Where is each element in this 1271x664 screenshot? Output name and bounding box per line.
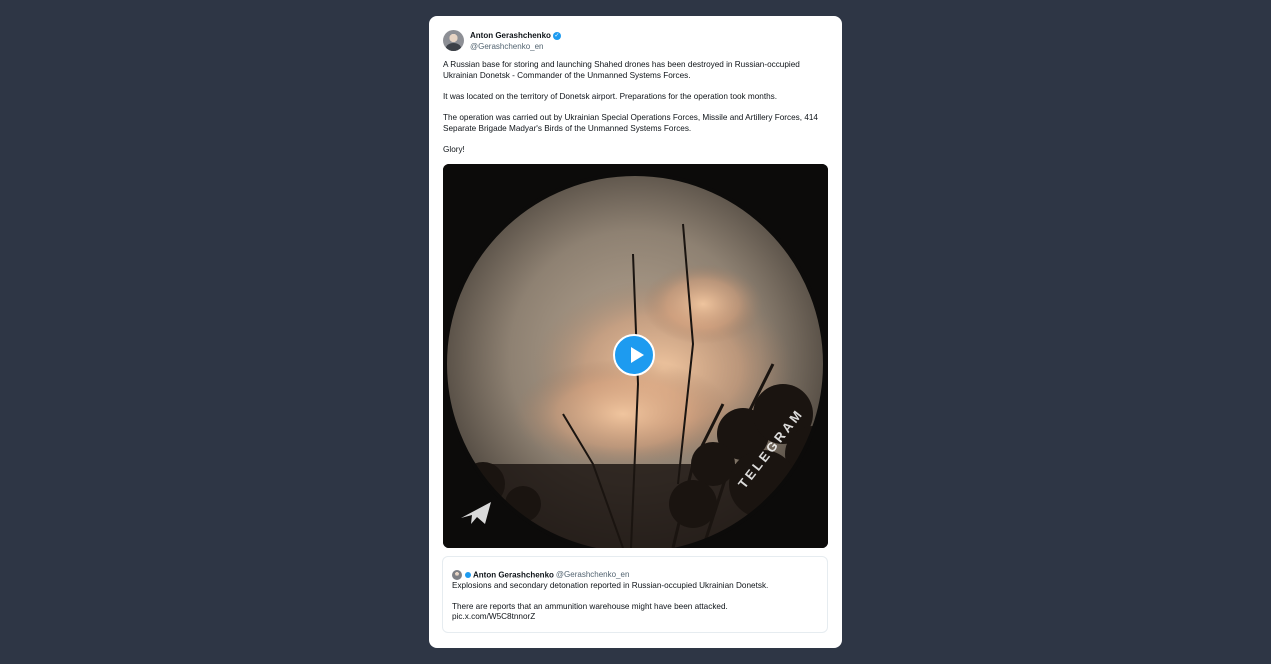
verified-icon: ✓: [552, 31, 561, 40]
quoted-tweet-link[interactable]: pic.x.com/W5C8tnnorZ: [452, 612, 818, 622]
video-player[interactable]: TELEGRAM: [443, 164, 828, 548]
author-handle[interactable]: @Gerashchenko_en: [470, 42, 544, 51]
quoted-author-avatar: [452, 569, 462, 580]
quoted-author-handle: @Gerashchenko_en: [555, 570, 630, 580]
quoted-tweet-text: Explosions and secondary detonation repo…: [452, 581, 818, 623]
author-name-row[interactable]: Anton Gerashchenko ✓: [470, 31, 561, 40]
tweet-paragraph: A Russian base for storing and launching…: [443, 60, 800, 80]
verified-icon: [465, 571, 471, 578]
tweet-paragraph: The operation was carried out by Ukraini…: [443, 112, 818, 133]
tweet-paragraph: It was located on the territory of Donet…: [443, 91, 778, 101]
tweet-card: Anton Gerashchenko ✓ @Gerashchenko_en A R…: [429, 16, 842, 648]
quoted-tweet-line: There are reports that an ammunition war…: [452, 601, 728, 611]
author-avatar[interactable]: [443, 30, 464, 51]
quoted-tweet-header: Anton Gerashchenko @Gerashchenko_en: [452, 566, 630, 580]
play-button[interactable]: [613, 334, 655, 376]
quoted-tweet-line: Explosions and secondary detonation repo…: [452, 581, 769, 590]
quoted-author-name: Anton Gerashchenko: [473, 570, 554, 580]
author-name[interactable]: Anton Gerashchenko: [470, 31, 551, 40]
tweet-paragraph: Glory!: [443, 144, 465, 154]
quoted-tweet[interactable]: Anton Gerashchenko @Gerashchenko_en Explo…: [442, 556, 828, 633]
telegram-plane-icon: [461, 502, 491, 524]
tweet-text: A Russian base for storing and launching…: [443, 60, 828, 166]
